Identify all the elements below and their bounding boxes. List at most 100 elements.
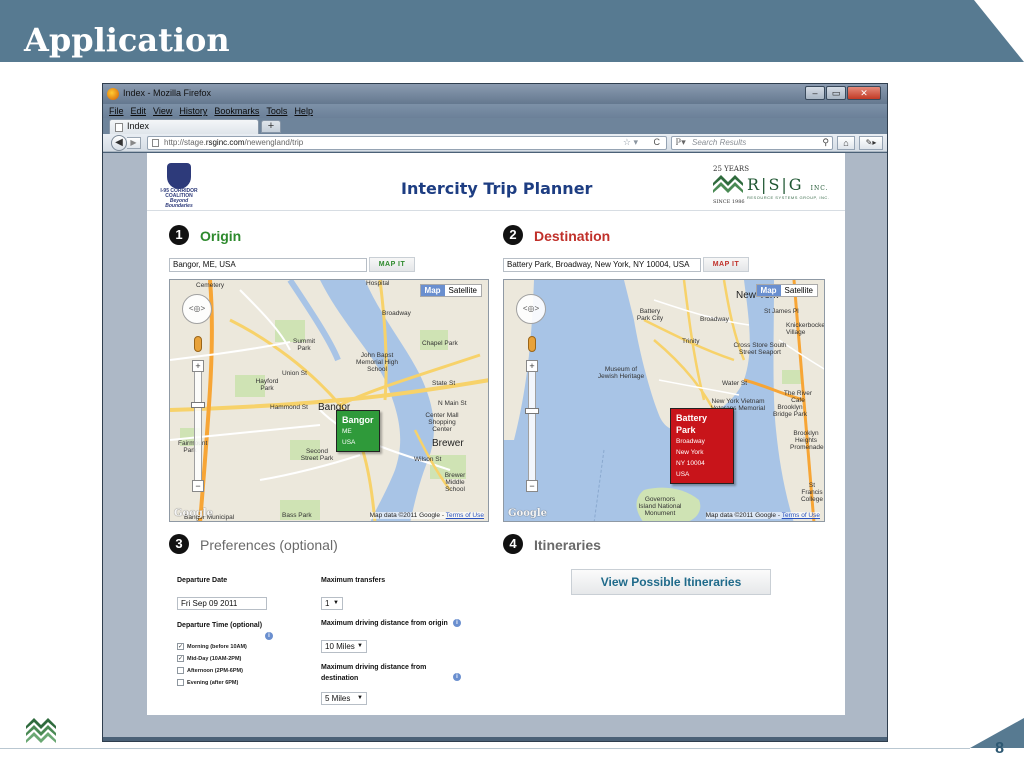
shield-icon [167, 163, 191, 189]
zoom-in-button[interactable]: + [192, 360, 204, 372]
origin-map[interactable]: Cemetery Hospital Summit Park John Bapst… [169, 279, 489, 522]
minimize-button[interactable]: – [805, 86, 825, 100]
time-option-midday[interactable]: ✓ Mid-Day (10AM-2PM) [177, 655, 241, 662]
satellite-view-button[interactable]: Satellite [781, 285, 817, 296]
checkbox[interactable] [177, 679, 184, 686]
url-text: http://stage.rsginc.com/newengland/trip [164, 138, 304, 147]
menu-tools[interactable]: Tools [266, 104, 287, 118]
maximize-button[interactable]: ▭ [826, 86, 846, 100]
forward-button[interactable]: ▶ [127, 137, 141, 149]
bookmark-star-icon[interactable]: ☆ ▾ [623, 137, 638, 148]
reload-icon[interactable]: C [654, 137, 661, 147]
menu-edit[interactable]: Edit [131, 104, 147, 118]
terms-of-use-link[interactable]: Terms of Use [446, 512, 484, 519]
destination-map[interactable]: New York Battery Park City Trinity Knick… [503, 279, 825, 522]
checkbox-label: Morning (before 10AM) [187, 643, 247, 650]
url-bar[interactable]: http://stage.rsginc.com/newengland/trip … [147, 136, 667, 150]
origin-map-it-button[interactable]: MAP IT [369, 257, 415, 272]
view-itineraries-button[interactable]: View Possible Itineraries [571, 569, 771, 595]
origin-info-box[interactable]: Bangor ME USA [336, 410, 380, 452]
info-box-line: USA [342, 439, 356, 446]
window-titlebar[interactable]: Index - Mozilla Firefox – ▭ ✕ [103, 84, 887, 104]
info-box-line: Broadway [676, 438, 705, 445]
addon-button[interactable]: ✎▸ [859, 136, 883, 150]
menu-history[interactable]: History [179, 104, 207, 118]
search-bar[interactable]: ℙ▾ Search Results ⚲ [671, 136, 833, 150]
satellite-view-button[interactable]: Satellite [445, 285, 481, 296]
tab-label: Index [127, 121, 150, 131]
map-label: State St [432, 380, 456, 387]
zoom-in-button[interactable]: + [526, 360, 538, 372]
checkbox[interactable]: ✓ [177, 655, 184, 662]
checkbox-label: Afternoon (2PM-6PM) [187, 667, 243, 674]
pegman-icon[interactable] [194, 336, 202, 352]
terms-of-use-link[interactable]: Terms of Use [782, 512, 820, 519]
map-label: St Francis College [800, 482, 824, 503]
map-label: Hammond St [270, 404, 308, 411]
max-transfers-select[interactable]: 1 ▼ [321, 597, 343, 610]
destination-address-input[interactable]: Battery Park, Broadway, New York, NY 100… [503, 258, 701, 272]
map-view-button[interactable]: Map [420, 285, 445, 296]
zoom-slider[interactable] [194, 362, 202, 484]
firefox-icon [107, 88, 119, 100]
zoom-handle[interactable] [191, 402, 205, 408]
zoom-out-button[interactable]: − [526, 480, 538, 492]
slide-title: Application [24, 21, 230, 59]
origin-map-type-toggle: Map Satellite [419, 284, 482, 297]
back-button[interactable]: ◀ [111, 135, 127, 151]
menu-view[interactable]: View [153, 104, 172, 118]
map-label: St James Pl [764, 308, 799, 315]
time-option-morning[interactable]: ✓ Morning (before 10AM) [177, 643, 247, 650]
zoom-out-button[interactable]: − [192, 480, 204, 492]
pan-control-icon[interactable]: <◎> [516, 294, 546, 324]
info-box-title: Battery Park [676, 413, 708, 435]
map-label: Knickerbocker Village [786, 322, 825, 336]
zoom-slider[interactable] [528, 362, 536, 484]
close-button[interactable]: ✕ [847, 86, 881, 100]
max-drive-origin-select[interactable]: 10 Miles ▼ [321, 640, 367, 653]
chevron-down-icon: ▼ [333, 600, 339, 606]
checkbox[interactable] [177, 667, 184, 674]
map-label: Cross Store South Street Seaport [733, 342, 787, 356]
info-box-line: USA [676, 471, 690, 478]
map-label: Center Mall Shopping Center [425, 412, 459, 433]
time-option-evening[interactable]: Evening (after 6PM) [177, 679, 238, 686]
destination-map-type-toggle: Map Satellite [755, 284, 818, 297]
info-icon[interactable]: i [453, 619, 461, 627]
trip-planner-page: I-95 CORRIDOR COALITION Beyond Boundaries… [147, 153, 845, 715]
destination-title: Destination [534, 228, 611, 244]
chevron-down-icon: ▼ [357, 643, 363, 649]
destination-info-box[interactable]: Battery Park Broadway New York NY 10004 … [670, 408, 734, 484]
search-engine-icon[interactable]: ℙ▾ [675, 137, 686, 148]
search-icon[interactable]: ⚲ [822, 137, 829, 148]
tab-index[interactable]: Index [109, 119, 259, 134]
destination-map-it-button[interactable]: MAP IT [703, 257, 749, 272]
checkbox-label: Evening (after 6PM) [187, 679, 239, 686]
page-header: I-95 CORRIDOR COALITION Beyond Boundaries… [147, 153, 845, 211]
app-title: Intercity Trip Planner [401, 179, 593, 198]
menu-bookmarks[interactable]: Bookmarks [214, 104, 259, 118]
checkbox[interactable]: ✓ [177, 643, 184, 650]
menu-file[interactable]: File [109, 104, 124, 118]
home-button[interactable]: ⌂ [837, 136, 855, 150]
menu-help[interactable]: Help [294, 104, 313, 118]
tab-bar: Index + [103, 118, 887, 134]
map-view-button[interactable]: Map [756, 285, 781, 296]
window-title: Index - Mozilla Firefox [123, 88, 212, 98]
origin-address-input[interactable]: Bangor, ME, USA [169, 258, 367, 272]
map-label: Broadway [382, 310, 411, 317]
map-label: Battery Park City [636, 308, 664, 322]
info-icon[interactable]: i [265, 632, 273, 640]
departure-time-label: Departure Time (optional) [177, 622, 263, 629]
slide: Application Index - Mozilla Firefox – ▭ … [0, 0, 1024, 768]
time-option-afternoon[interactable]: Afternoon (2PM-6PM) [177, 667, 243, 674]
chevron-down-icon: ▼ [357, 695, 363, 701]
zoom-handle[interactable] [525, 408, 539, 414]
departure-date-input[interactable]: Fri Sep 09 2011 [177, 597, 267, 610]
search-placeholder: Search Results [692, 138, 747, 147]
pegman-icon[interactable] [528, 336, 536, 352]
info-icon[interactable]: i [453, 673, 461, 681]
max-drive-dest-select[interactable]: 5 Miles ▼ [321, 692, 367, 705]
new-tab-button[interactable]: + [261, 120, 281, 133]
pan-control-icon[interactable]: <◎> [182, 294, 212, 324]
